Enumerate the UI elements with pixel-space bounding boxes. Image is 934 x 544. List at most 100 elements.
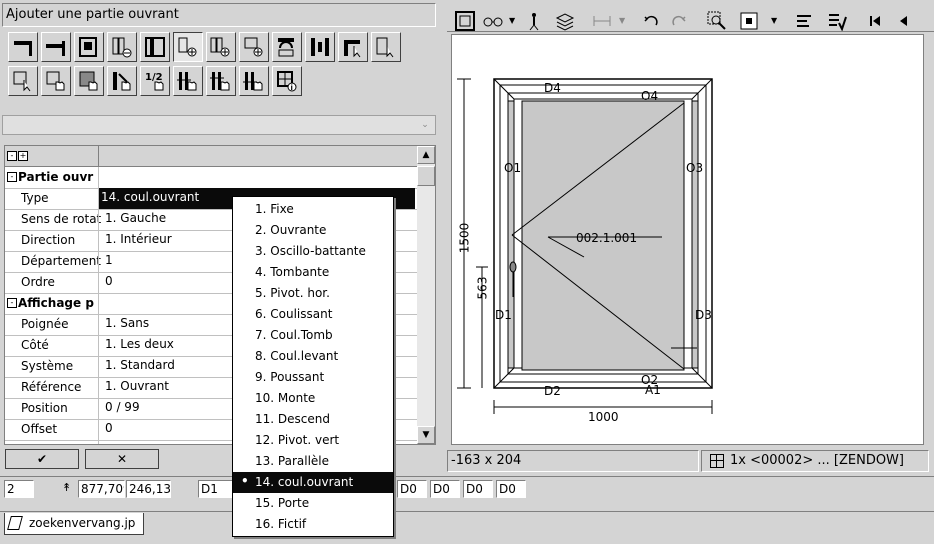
profile-field-c[interactable]: D0	[463, 480, 493, 498]
chevron-down-icon[interactable]: ▼	[619, 11, 627, 31]
tool-add-panel-button[interactable]	[74, 32, 104, 62]
ok-button[interactable]: ✔	[5, 449, 79, 469]
undo-icon[interactable]	[642, 11, 660, 31]
grid-icon	[710, 454, 724, 468]
view-frame-icon[interactable]	[455, 11, 475, 31]
collapse-all-icon[interactable]: -	[7, 151, 17, 161]
tool-add-rail-button[interactable]	[41, 32, 71, 62]
tool-select-sash-button[interactable]	[371, 32, 401, 62]
dropdown-option[interactable]: 7. Coul.Tomb	[233, 325, 393, 346]
dropdown-option[interactable]: 15. Porte	[233, 493, 393, 514]
glasses-icon[interactable]	[482, 11, 504, 31]
scroll-up-button[interactable]: ▲	[417, 146, 435, 164]
dropdown-option[interactable]: • 14. coul.ouvrant	[233, 472, 393, 493]
align-text-icon[interactable]	[795, 11, 813, 31]
tool-add-transom-button[interactable]	[239, 32, 269, 62]
chevron-down-icon[interactable]: ⌄	[417, 118, 433, 132]
dropdown-option[interactable]: 6. Coulissant	[233, 304, 393, 325]
tool-hand-split2-button[interactable]	[206, 66, 236, 96]
category-partie-ouvrant[interactable]: - Partie ouvr	[5, 167, 417, 189]
hand-select-icon	[46, 71, 65, 91]
center-label: 002.1.001	[576, 231, 638, 245]
dimension-handle: 563	[475, 276, 490, 300]
property-value: 1. Gauche	[105, 211, 167, 225]
tool-select-button[interactable]	[8, 66, 38, 96]
dropdown-option[interactable]: 2. Ouvrante	[233, 220, 393, 241]
tool-hand-split-button[interactable]	[173, 66, 203, 96]
svg-text:i: i	[291, 84, 293, 92]
list-check-icon[interactable]	[827, 11, 847, 32]
profile-field-d[interactable]: D0	[496, 480, 526, 498]
file-tab[interactable]: zoekenvervang.jp	[4, 513, 144, 535]
dropdown-option[interactable]: 5. Pivot. hor.	[233, 283, 393, 304]
dropdown-option[interactable]: 12. Pivot. vert	[233, 430, 393, 451]
check-icon: ✔	[36, 452, 48, 466]
scroll-down-button[interactable]: ▼	[417, 426, 435, 444]
dropdown-option[interactable]: 1. Fixe	[233, 199, 393, 220]
tool-hand-split3-button[interactable]	[239, 66, 269, 96]
part-combobox[interactable]: ⌄	[2, 115, 436, 135]
dropdown-option-label: 11. Descend	[255, 412, 330, 426]
cancel-button[interactable]: ✕	[85, 449, 159, 469]
dropdown-option[interactable]: 11. Descend	[233, 409, 393, 430]
profile-field-b[interactable]: D0	[430, 480, 460, 498]
tool-add-sash-button[interactable]	[173, 32, 203, 62]
dropdown-option[interactable]: 3. Oscillo-battante	[233, 241, 393, 262]
scroll-thumb[interactable]	[417, 166, 435, 186]
tool-add-frame-button[interactable]	[8, 32, 38, 62]
tool-add-double-sash-button[interactable]	[206, 32, 236, 62]
redo-icon[interactable]	[670, 11, 688, 31]
tool-add-glass-button[interactable]	[140, 32, 170, 62]
hand-mullion-icon	[113, 72, 131, 91]
label-d4: D4	[544, 81, 561, 95]
sash-plus-icon	[178, 37, 197, 57]
zoom-window-icon[interactable]	[707, 11, 727, 31]
drawing-canvas[interactable]: D4 O4 O1 O3 D1 D3 O2 A1 D2 002.1.001 100…	[451, 34, 924, 445]
tool-hardware-button[interactable]	[305, 32, 335, 62]
corner-cursor-icon	[344, 40, 361, 58]
tool-info-button[interactable]: i	[272, 66, 302, 96]
first-icon[interactable]	[867, 11, 883, 31]
grid-toggle-icon[interactable]	[739, 11, 759, 31]
dropdown-option[interactable]: 16. Fictif	[233, 514, 393, 535]
dropdown-option[interactable]: 13. Parallèle	[233, 451, 393, 472]
dropdown-option[interactable]: 10. Monte	[233, 388, 393, 409]
chevron-down-icon[interactable]: ▼	[509, 11, 517, 31]
tool-rotate-button[interactable]	[272, 32, 302, 62]
person-icon[interactable]	[525, 11, 543, 31]
property-name: Côté	[21, 338, 49, 352]
layers-icon[interactable]	[555, 11, 575, 31]
tool-hand-frame-button[interactable]	[74, 66, 104, 96]
measure-icon[interactable]	[592, 11, 612, 31]
dropdown-option[interactable]: 9. Poussant	[233, 367, 393, 388]
tool-half-button[interactable]: 1/2	[140, 66, 170, 96]
dimension-height: 1500	[457, 222, 472, 254]
property-value: 0	[105, 274, 113, 288]
panel-title: Ajouter une partie ouvrant	[6, 7, 179, 22]
previous-icon[interactable]	[895, 11, 911, 31]
profile-field-a[interactable]: D0	[397, 480, 427, 498]
type-dropdown-list[interactable]: 1. Fixe 2. Ouvrante 3. Oscillo-battante 4. …	[232, 196, 394, 537]
tool-remove-sash-button[interactable]	[107, 32, 137, 62]
split-hand-icon	[177, 72, 197, 91]
x-coordinate-field[interactable]: 877,709	[78, 480, 125, 498]
label-o3: O3	[686, 161, 704, 175]
tool-hand-mullion-button[interactable]	[107, 66, 137, 96]
close-icon: ✕	[116, 452, 128, 466]
collapse-icon[interactable]: -	[7, 298, 17, 308]
tool-corner-select-button[interactable]	[338, 32, 368, 62]
collapse-icon[interactable]: -	[7, 172, 17, 182]
dropdown-option[interactable]: 4. Tombante	[233, 262, 393, 283]
y-coordinate-field[interactable]: 246,13	[126, 480, 171, 498]
chevron-down-icon[interactable]: ▼	[771, 11, 779, 31]
svg-text:1/2: 1/2	[145, 72, 163, 83]
toolbar-divider	[447, 31, 934, 32]
property-name: Référence	[21, 380, 82, 394]
profile-field[interactable]: D1	[198, 480, 234, 498]
grid-scrollbar[interactable]: ▲ ▼	[417, 146, 435, 444]
count-field[interactable]: 2	[4, 480, 34, 498]
dropdown-option[interactable]: 8. Coul.levant	[233, 346, 393, 367]
property-name: Sens de rotat	[21, 212, 101, 226]
expand-all-icon[interactable]: +	[18, 151, 28, 161]
tool-hand-select-button[interactable]	[41, 66, 71, 96]
